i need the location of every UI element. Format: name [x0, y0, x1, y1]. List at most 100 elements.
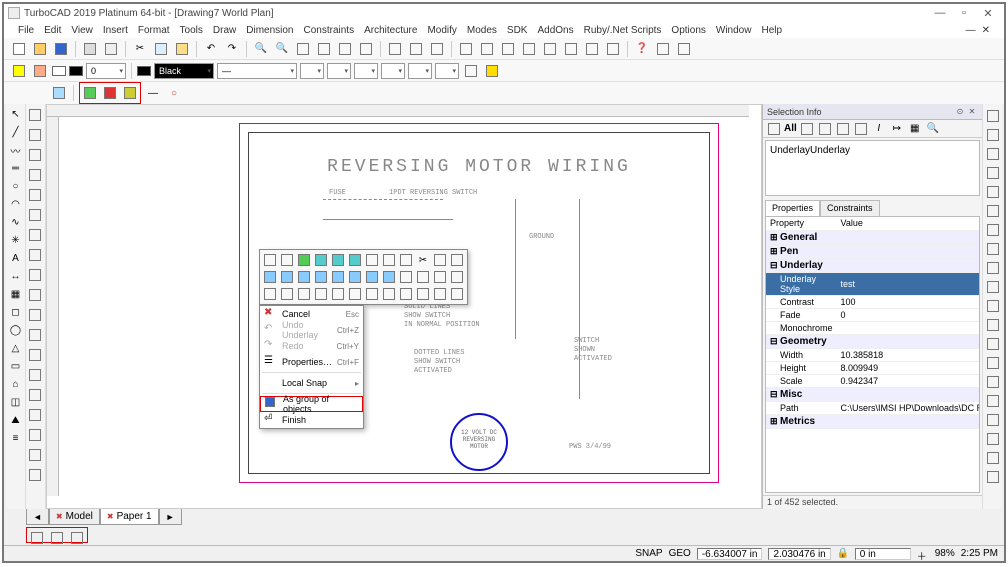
prop-contrast[interactable]: Contrast100 — [766, 295, 980, 308]
arc-icon[interactable]: ◠ — [8, 196, 24, 212]
camera-icon[interactable] — [604, 40, 622, 58]
parts-icon[interactable] — [675, 40, 693, 58]
mdi-minimize[interactable]: — — [966, 25, 976, 36]
ptb4-icon[interactable] — [835, 121, 851, 137]
ptb-all[interactable]: All — [784, 123, 797, 134]
ctx21-icon[interactable] — [398, 269, 414, 285]
tab-nav-next[interactable]: ► — [159, 509, 182, 525]
new-icon[interactable] — [10, 40, 28, 58]
prop-scale[interactable]: Scale0.942347 — [766, 374, 980, 387]
ctx33-icon[interactable] — [398, 286, 414, 302]
ctx15-icon[interactable] — [296, 269, 312, 285]
layer-combo[interactable]: Black — [154, 63, 214, 79]
lineweight-combo[interactable]: 0 — [86, 63, 126, 79]
ctx34-icon[interactable] — [415, 286, 431, 302]
canvas[interactable]: REVERSING MOTOR WIRING FUSE 1PDT REVERSI… — [59, 117, 749, 486]
double-line-icon[interactable]: ═ — [8, 160, 24, 176]
r8-icon[interactable] — [985, 241, 1001, 257]
roof-icon[interactable]: ⛰ — [8, 412, 24, 428]
render-icon[interactable] — [562, 40, 580, 58]
r4-icon[interactable] — [985, 165, 1001, 181]
modify11-icon[interactable] — [26, 306, 44, 324]
ptb5-icon[interactable] — [853, 121, 869, 137]
paste-icon[interactable] — [173, 40, 191, 58]
context-menu[interactable]: ✖ Cancel Esc ↶ Undo Underlay Ctrl+Z ↷ Re… — [259, 305, 364, 429]
grid-icon[interactable] — [520, 40, 538, 58]
r12-icon[interactable] — [985, 317, 1001, 333]
modify5-icon[interactable] — [26, 186, 44, 204]
ctx1-icon[interactable] — [262, 252, 278, 268]
workplane-icon[interactable] — [541, 40, 559, 58]
help-icon[interactable]: ❓ — [633, 40, 651, 58]
ctx8-icon[interactable] — [381, 252, 397, 268]
polyline-icon[interactable]: 〰 — [8, 142, 24, 158]
menu-edit[interactable]: Edit — [44, 25, 61, 36]
ctx-undo[interactable]: ↶ Undo Underlay Ctrl+Z — [260, 322, 363, 338]
ctx26-icon[interactable] — [279, 286, 295, 302]
style6-combo[interactable] — [435, 63, 459, 79]
r16-icon[interactable] — [985, 393, 1001, 409]
panel-header[interactable]: Selection Info ⊙ ✕ — [763, 104, 982, 120]
modify3-icon[interactable] — [26, 146, 44, 164]
r18-icon[interactable] — [985, 431, 1001, 447]
r14-icon[interactable] — [985, 355, 1001, 371]
prop-path[interactable]: PathC:\Users\IMSI HP\Downloads\DC REVER! — [766, 401, 980, 414]
node-edit-icon[interactable] — [428, 40, 446, 58]
fill-swatch[interactable] — [69, 66, 83, 76]
ptb3-icon[interactable] — [817, 121, 833, 137]
mdi-close[interactable]: ✕ — [982, 25, 990, 36]
panel-pin-icon[interactable]: ⊙ — [954, 107, 966, 116]
selectall-icon[interactable] — [386, 40, 404, 58]
selectby-icon[interactable] — [407, 40, 425, 58]
modify7-icon[interactable] — [26, 226, 44, 244]
r11-icon[interactable] — [985, 298, 1001, 314]
printer-icon[interactable] — [483, 62, 501, 80]
menu-modes[interactable]: Modes — [467, 25, 497, 36]
stair-icon[interactable]: ≡ — [8, 430, 24, 446]
underlay-ring-icon[interactable]: ○ — [165, 84, 183, 102]
menu-insert[interactable]: Insert — [103, 25, 128, 36]
tab-properties[interactable]: Properties — [765, 200, 820, 216]
ptb2-icon[interactable] — [799, 121, 815, 137]
underlay-dgn-icon[interactable] — [121, 84, 139, 102]
style3-combo[interactable] — [354, 63, 378, 79]
menu-window[interactable]: Window — [716, 25, 752, 36]
ctx27-icon[interactable] — [296, 286, 312, 302]
menu-help[interactable]: Help — [761, 25, 782, 36]
print-preview-icon[interactable] — [102, 40, 120, 58]
prop-underlay-style[interactable]: Underlay Styletest — [766, 272, 980, 295]
ctx12-icon[interactable] — [449, 252, 465, 268]
ctx-local-snap[interactable]: Local Snap ▸ — [260, 375, 363, 391]
undo-icon[interactable]: ↶ — [202, 40, 220, 58]
style4-combo[interactable] — [381, 63, 405, 79]
box-icon[interactable]: ◻ — [8, 304, 24, 320]
color-swatch[interactable] — [52, 66, 66, 76]
hatch-icon[interactable]: ▦ — [8, 286, 24, 302]
menu-draw[interactable]: Draw — [213, 25, 236, 36]
menu-file[interactable]: File — [18, 25, 34, 36]
ctx31-icon[interactable] — [364, 286, 380, 302]
underlay-clip-icon[interactable]: — — [144, 84, 162, 102]
linetype-combo[interactable]: — — [217, 63, 297, 79]
ctx18-icon[interactable] — [347, 269, 363, 285]
ctx2-icon[interactable] — [279, 252, 295, 268]
modify4-icon[interactable] — [26, 166, 44, 184]
underlay-dwg-icon[interactable] — [81, 84, 99, 102]
ctx14-icon[interactable] — [279, 269, 295, 285]
context-toolbar-1[interactable]: ✂ — [259, 249, 468, 305]
zoom-extents-icon[interactable] — [315, 40, 333, 58]
sphere-icon[interactable]: ◯ — [8, 322, 24, 338]
open-icon[interactable] — [31, 40, 49, 58]
ctx25-icon[interactable] — [262, 286, 278, 302]
style2-combo[interactable] — [327, 63, 351, 79]
r13-icon[interactable] — [985, 336, 1001, 352]
menu-options[interactable]: Options — [671, 25, 705, 36]
modify12-icon[interactable] — [26, 326, 44, 344]
ptb-search-icon[interactable]: 🔍 — [925, 121, 941, 137]
modify17-icon[interactable] — [26, 426, 44, 444]
prop-height[interactable]: Height8.009949 — [766, 361, 980, 374]
prop-monochrome[interactable]: Monochrome — [766, 321, 980, 334]
underlay-pdf-icon[interactable] — [50, 84, 68, 102]
modify16-icon[interactable] — [26, 406, 44, 424]
ctx6-icon[interactable] — [347, 252, 363, 268]
